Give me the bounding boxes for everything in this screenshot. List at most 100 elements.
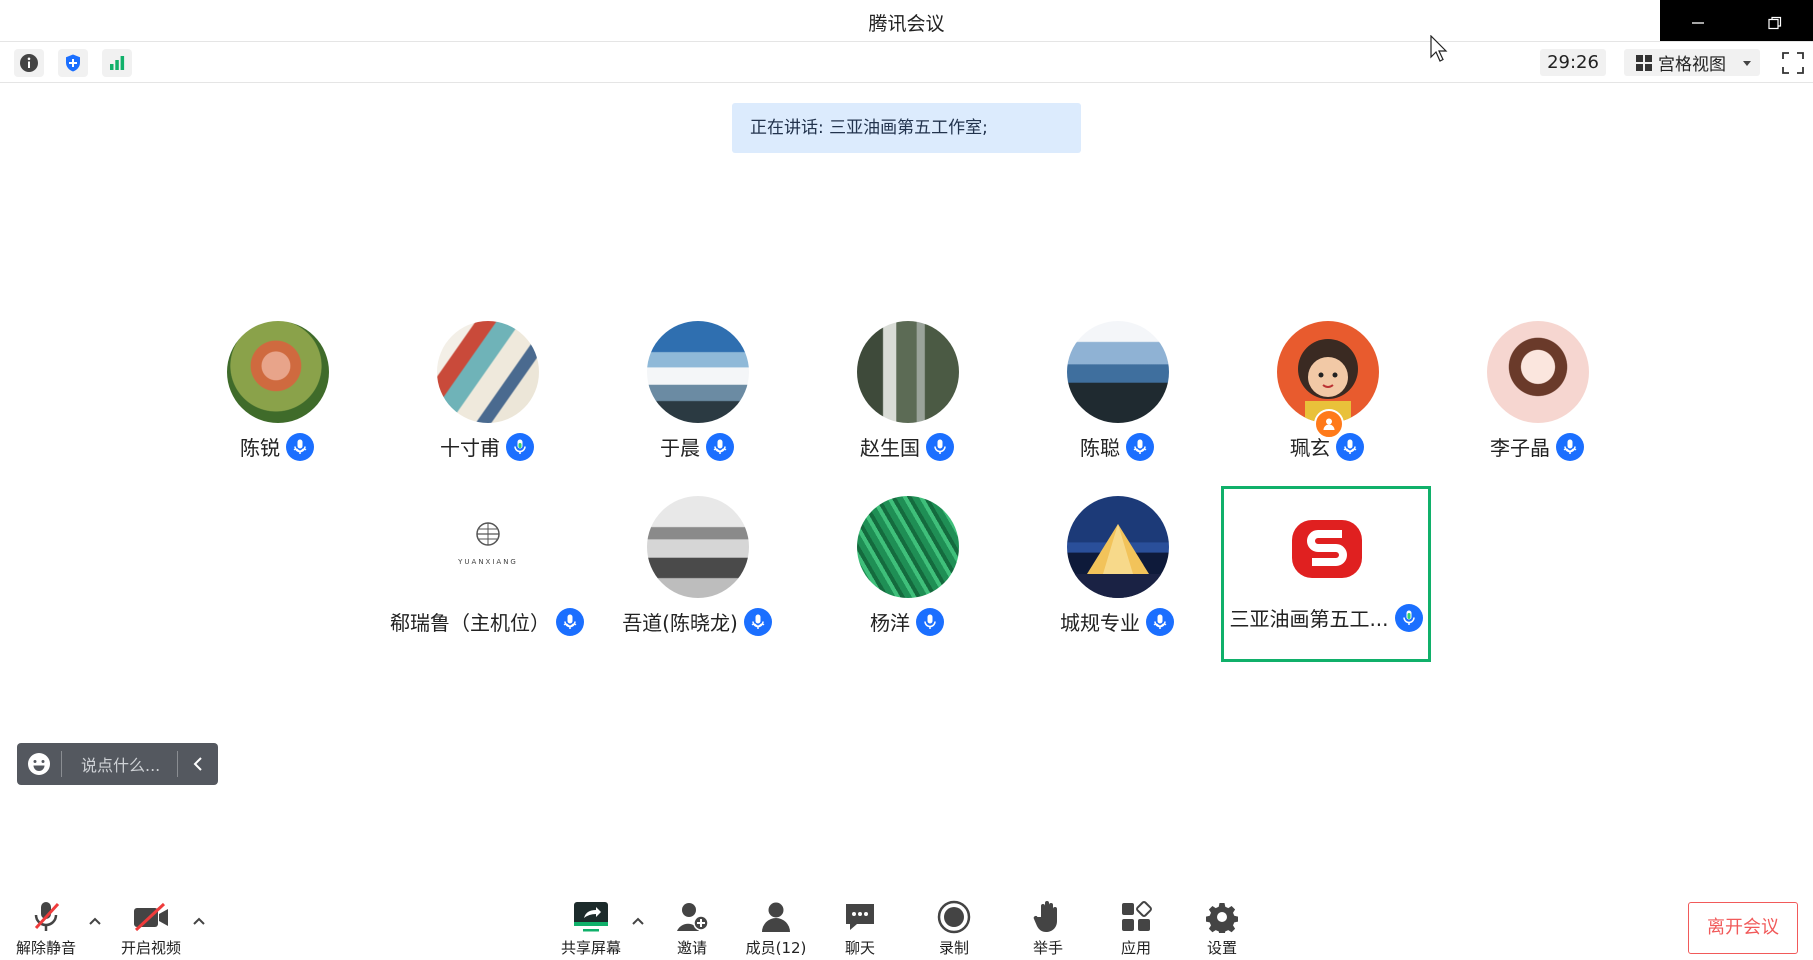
signal-bars-icon bbox=[110, 56, 125, 70]
microphone-icon bbox=[1336, 432, 1364, 461]
avatar bbox=[857, 496, 959, 598]
settings-label: 设置 bbox=[1206, 939, 1237, 957]
participant-name: 珮玄 bbox=[1290, 436, 1330, 460]
video-off-icon bbox=[131, 899, 171, 935]
meeting-toolbar: 29:26 宫格视图 bbox=[0, 41, 1813, 83]
avatar bbox=[227, 321, 329, 423]
fullscreen-button[interactable] bbox=[1781, 51, 1805, 75]
share-screen-button[interactable]: 共享屏幕 bbox=[551, 899, 631, 958]
participant-name: 郗瑞鲁（主机位） bbox=[390, 611, 550, 635]
record-label: 录制 bbox=[938, 939, 969, 957]
collapse-chat-button[interactable] bbox=[178, 757, 218, 771]
restore-button[interactable] bbox=[1737, 0, 1813, 46]
participant-tile-active-speaker[interactable]: 三亚油画第五工... bbox=[1221, 486, 1431, 662]
participant-tile[interactable]: 李子晶 bbox=[1432, 315, 1642, 491]
fullscreen-icon bbox=[1782, 52, 1804, 74]
raise-hand-icon bbox=[1028, 899, 1068, 935]
members-icon bbox=[756, 899, 796, 935]
speaking-indicator: 正在讲话: 三亚油画第五工作室; bbox=[732, 103, 1081, 153]
network-signal-button[interactable] bbox=[102, 49, 132, 77]
participant-tile[interactable]: 赵生国 bbox=[802, 315, 1012, 491]
emoji-icon[interactable] bbox=[17, 752, 61, 776]
microphone-icon bbox=[1126, 432, 1154, 461]
avatar bbox=[437, 321, 539, 423]
unmute-label: 解除静音 bbox=[15, 939, 76, 957]
participant-name: 杨洋 bbox=[870, 611, 910, 635]
info-icon bbox=[20, 54, 38, 72]
microphone-icon bbox=[556, 607, 584, 636]
record-button[interactable]: 录制 bbox=[914, 899, 994, 958]
participant-tile[interactable]: 吾道(陈晓龙) bbox=[592, 490, 802, 666]
participant-name: 赵生国 bbox=[860, 436, 920, 460]
chat-button[interactable]: 聊天 bbox=[820, 899, 900, 958]
chevron-up-icon bbox=[632, 917, 644, 925]
avatar bbox=[647, 321, 749, 423]
view-mode-dropdown[interactable]: 宫格视图 bbox=[1624, 49, 1760, 76]
grid-view-icon bbox=[1636, 54, 1652, 71]
microphone-muted-icon bbox=[26, 899, 66, 935]
invite-label: 邀请 bbox=[676, 939, 707, 957]
chevron-up-icon bbox=[193, 917, 205, 925]
window-title: 腾讯会议 bbox=[868, 13, 945, 35]
participant-tile[interactable]: 陈锐 bbox=[172, 315, 382, 491]
microphone-icon bbox=[926, 432, 954, 461]
shield-icon bbox=[66, 54, 80, 72]
audio-options-caret[interactable] bbox=[87, 913, 103, 929]
microphone-icon bbox=[1394, 603, 1423, 632]
members-label: 成员(12) bbox=[745, 939, 807, 957]
view-mode-label: 宫格视图 bbox=[1658, 55, 1726, 75]
window-controls bbox=[1660, 0, 1813, 46]
minimize-button[interactable] bbox=[1660, 0, 1737, 46]
participant-name: 李子晶 bbox=[1490, 436, 1550, 460]
participant-name: 吾道(陈晓龙) bbox=[622, 611, 738, 635]
participant-name: 陈锐 bbox=[240, 436, 280, 460]
gear-icon bbox=[1202, 899, 1242, 935]
start-video-label: 开启视频 bbox=[120, 939, 181, 957]
video-options-caret[interactable] bbox=[191, 913, 207, 929]
avatar bbox=[647, 496, 749, 598]
leave-meeting-button[interactable]: 离开会议 bbox=[1688, 902, 1798, 954]
participant-tile[interactable]: YUANXIANG 郗瑞鲁（主机位） bbox=[382, 490, 592, 666]
avatar bbox=[1276, 498, 1378, 600]
invite-user-icon bbox=[672, 899, 712, 935]
share-options-caret[interactable] bbox=[630, 913, 646, 929]
avatar bbox=[1487, 321, 1589, 423]
participant-tile[interactable]: 城规专业 bbox=[1012, 490, 1222, 666]
participant-tile[interactable]: 十寸甫 bbox=[382, 315, 592, 491]
start-video-button[interactable]: 开启视频 bbox=[111, 899, 191, 958]
security-button[interactable] bbox=[58, 49, 88, 77]
participant-tile[interactable]: 于晨 bbox=[592, 315, 802, 491]
apps-icon bbox=[1116, 899, 1156, 935]
avatar bbox=[1067, 496, 1169, 598]
title-bar: 腾讯会议 bbox=[0, 0, 1813, 46]
participant-name: 城规专业 bbox=[1060, 611, 1140, 635]
unmute-button[interactable]: 解除静音 bbox=[6, 899, 86, 958]
chevron-up-icon bbox=[89, 917, 101, 925]
chat-placeholder[interactable]: 说点什么... bbox=[62, 752, 177, 776]
microphone-icon bbox=[743, 607, 772, 636]
participant-name: 于晨 bbox=[660, 436, 700, 460]
chat-input-bar[interactable]: 说点什么... bbox=[17, 743, 218, 785]
raise-hand-button[interactable]: 举手 bbox=[1008, 899, 1088, 958]
participant-name: 十寸甫 bbox=[440, 436, 500, 460]
participant-tile[interactable]: 陈聪 bbox=[1012, 315, 1222, 491]
share-screen-label: 共享屏幕 bbox=[560, 939, 621, 957]
chat-label: 聊天 bbox=[844, 939, 875, 957]
microphone-icon bbox=[506, 432, 534, 461]
share-screen-icon bbox=[571, 899, 611, 935]
logo-text: YUANXIANG bbox=[458, 558, 518, 566]
members-button[interactable]: 成员(12) bbox=[736, 899, 816, 958]
raise-hand-label: 举手 bbox=[1032, 939, 1063, 957]
participant-tile[interactable]: 杨洋 bbox=[802, 490, 1012, 666]
chat-bubble-icon bbox=[840, 899, 880, 935]
participant-tile-host[interactable]: 珮玄 bbox=[1222, 315, 1432, 491]
restore-icon bbox=[1768, 16, 1781, 30]
meeting-info-button[interactable] bbox=[14, 49, 44, 77]
settings-button[interactable]: 设置 bbox=[1182, 899, 1262, 958]
microphone-icon bbox=[286, 432, 314, 461]
apps-label: 应用 bbox=[1120, 939, 1151, 957]
microphone-icon bbox=[706, 432, 734, 461]
apps-button[interactable]: 应用 bbox=[1096, 899, 1176, 958]
participant-name: 陈聪 bbox=[1080, 436, 1120, 460]
invite-button[interactable]: 邀请 bbox=[652, 899, 732, 958]
